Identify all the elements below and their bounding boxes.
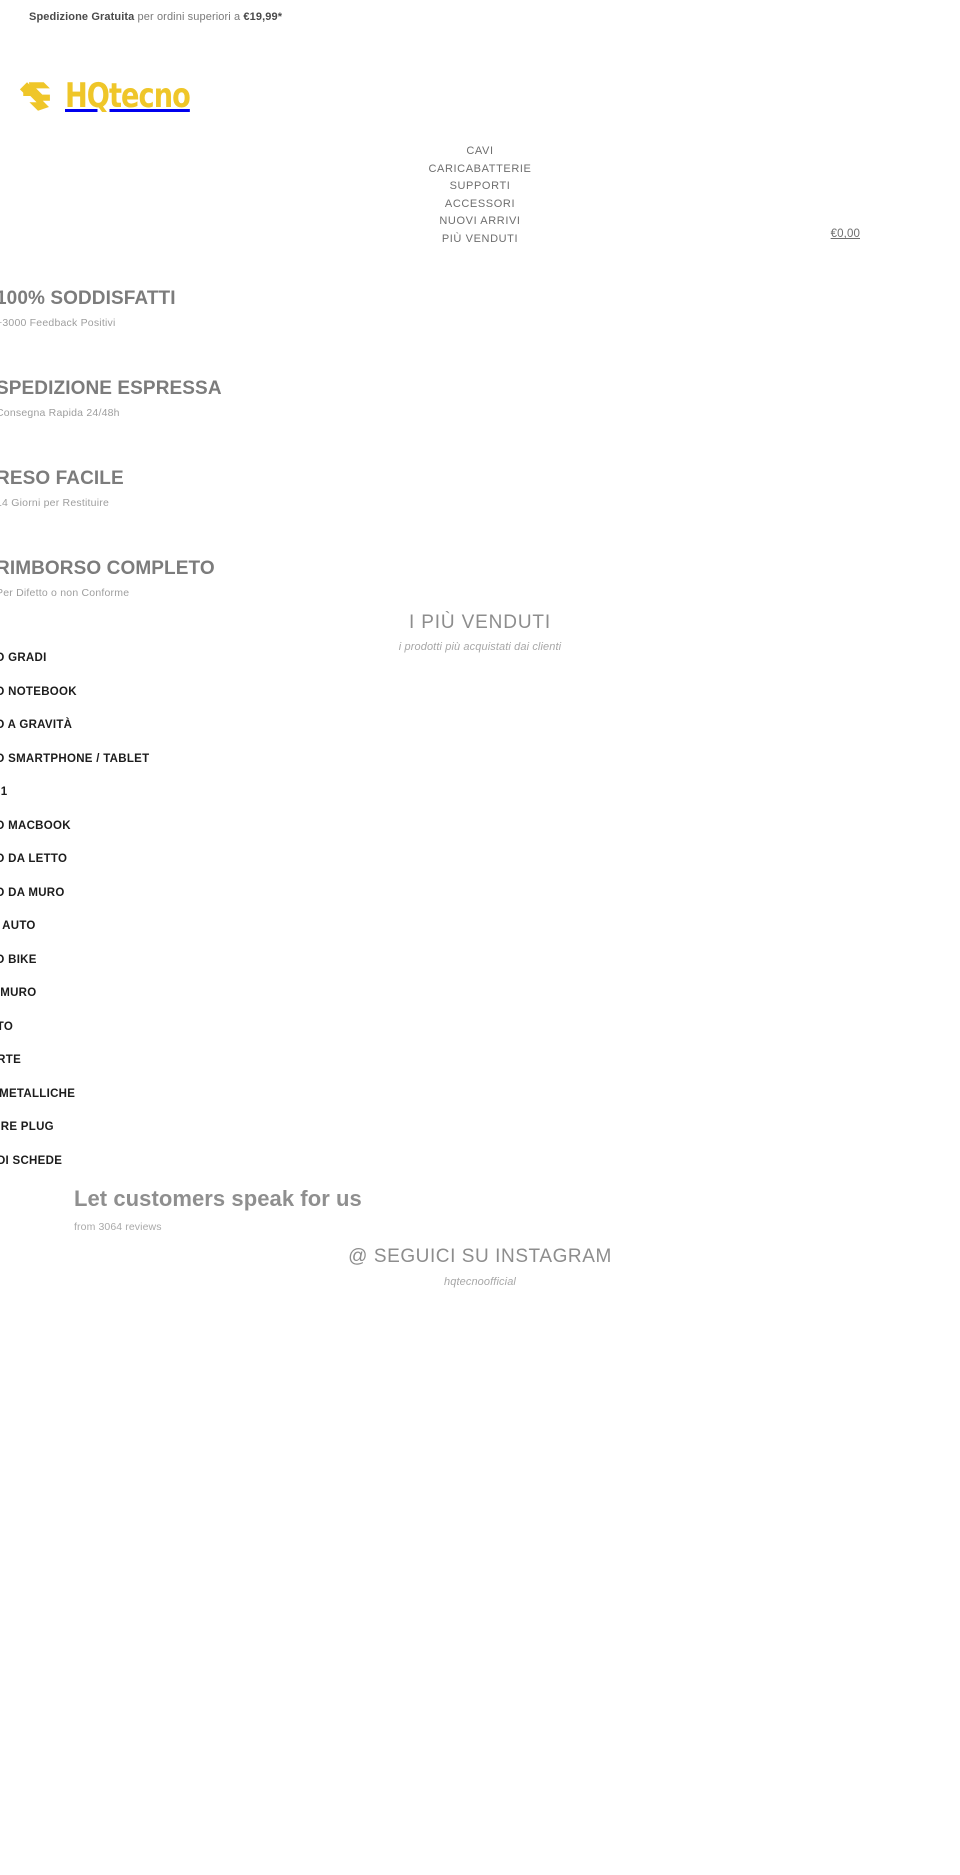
reviews-section: Let customers speak for us from 3064 rev… xyxy=(74,1186,362,1233)
instagram-title: @ SEGUICI SU INSTAGRAM xyxy=(348,1246,612,1267)
list-item[interactable]: GANCI DA MURO xyxy=(0,987,300,1021)
announcement-amount: €19,99* xyxy=(243,10,283,23)
announcement-prefix: Spedizione Gratuita xyxy=(29,10,135,23)
category-label: CAVO 3 IN 1 xyxy=(0,786,8,798)
category-label: SUPPORTO NOTEBOOK xyxy=(0,685,77,698)
benefit-title: RIMBORSO COMPLETO xyxy=(0,558,215,579)
category-label: SUPPORTO MACBOOK xyxy=(0,819,71,832)
category-label: SUPPORTO BIKE xyxy=(0,953,37,966)
category-label: GANCI DA MURO xyxy=(0,987,37,999)
category-label: SUPPORTI AUTO xyxy=(0,920,36,932)
nav-item-supporti[interactable]: SUPPORTI xyxy=(450,178,511,196)
benefit-item: RESO FACILE 14 Giorni per Restituire xyxy=(0,468,960,558)
category-list: SUPPORTO GRADI SUPPORTO NOTEBOOK SUPPORT… xyxy=(0,652,300,1188)
instagram-handle: hqtecnoofficial xyxy=(444,1276,516,1288)
benefit-subtitle: Per Difetto o non Conforme xyxy=(0,587,130,599)
category-label: ADATTATORE PLUG xyxy=(0,1121,54,1133)
benefits-section: 100% SODDISFATTI +3000 Feedback Positivi… xyxy=(0,288,960,648)
category-label: SUPPORTO GRADI xyxy=(0,652,47,664)
announcement-bar: Spedizione Gratuita per ordini superiori… xyxy=(0,0,960,33)
list-item[interactable]: SUPPORTO DA LETTO xyxy=(0,853,300,887)
list-item[interactable]: SUPPORTO MACBOOK xyxy=(0,820,300,854)
site-header: HQtecno CAVI CARICABATTERIE SUPPORTI ACC… xyxy=(0,33,960,245)
list-item[interactable]: CAVO 3 IN 1 xyxy=(0,786,300,820)
category-label: GANCI PORTE xyxy=(0,1054,22,1066)
category-label: SUPPORTO SMARTPHONE / TABLET xyxy=(0,752,150,765)
nav-item-accessori[interactable]: ACCESSORI xyxy=(445,196,515,214)
category-label: SUPPORTO DA MURO xyxy=(0,886,65,899)
category-label: PLACCHE METALLICHE xyxy=(0,1087,76,1100)
list-item[interactable]: GANCI AUTO xyxy=(0,1021,300,1055)
category-label: SUPPORTO A GRAVITÀ xyxy=(0,719,73,731)
benefit-title: SPEDIZIONE ESPRESSA xyxy=(0,378,222,399)
benefit-item: SPEDIZIONE ESPRESSA Consegna Rapida 24/4… xyxy=(0,378,960,468)
bestsellers-title: I PIÙ VENDUTI xyxy=(408,612,552,633)
hqtecno-logo-mark-icon xyxy=(19,81,50,111)
list-item[interactable]: SUPPORTI AUTO xyxy=(0,920,300,954)
list-item[interactable]: ADATTATORE PLUG xyxy=(0,1121,300,1155)
list-item[interactable]: SUPPORTO BIKE xyxy=(0,954,300,988)
benefit-item: 100% SODDISFATTI +3000 Feedback Positivi xyxy=(0,288,960,378)
logo-wordmark: HQtecno xyxy=(65,76,191,116)
list-item[interactable]: SUPPORTO NOTEBOOK xyxy=(0,686,300,720)
category-label: SUPPORTO DA LETTO xyxy=(0,853,68,865)
category-label: LETTORE DI SCHEDE xyxy=(0,1154,63,1167)
list-item[interactable]: PLACCHE METALLICHE xyxy=(0,1088,300,1122)
benefit-title: RESO FACILE xyxy=(0,468,124,489)
list-item[interactable]: SUPPORTO GRADI xyxy=(0,652,300,686)
instagram-section: @ SEGUICI SU INSTAGRAM hqtecnoofficial xyxy=(0,1246,960,1288)
cart-total[interactable]: €0,00 xyxy=(831,228,960,240)
announcement-text: Spedizione Gratuita per ordini superiori… xyxy=(0,11,282,23)
reviews-title: Let customers speak for us xyxy=(74,1186,362,1211)
list-item[interactable]: GANCI PORTE xyxy=(0,1054,300,1088)
list-item[interactable]: LETTORE DI SCHEDE xyxy=(0,1155,300,1189)
nav-item-cavi[interactable]: CAVI xyxy=(466,143,493,161)
list-item[interactable]: SUPPORTO SMARTPHONE / TABLET xyxy=(0,753,300,787)
reviews-count: from 3064 reviews xyxy=(74,1221,162,1233)
benefit-subtitle: +3000 Feedback Positivi xyxy=(0,317,116,329)
announcement-middle: per ordini superiori a xyxy=(134,10,244,23)
site-logo[interactable]: HQtecno xyxy=(18,76,221,116)
list-item[interactable]: SUPPORTO DA MURO xyxy=(0,887,300,921)
nav-item-caricabatterie[interactable]: CARICABATTERIE xyxy=(428,161,531,179)
bestsellers-header: I PIÙ VENDUTI i prodotti più acquistati … xyxy=(0,612,960,653)
list-item[interactable]: SUPPORTO A GRAVITÀ xyxy=(0,719,300,753)
cart-area: €0,00 xyxy=(0,228,960,240)
category-label: GANCI AUTO xyxy=(0,1020,14,1033)
benefit-subtitle: 14 Giorni per Restituire xyxy=(0,497,110,509)
benefit-title: 100% SODDISFATTI xyxy=(0,288,176,309)
benefit-subtitle: Consegna Rapida 24/48h xyxy=(0,407,120,419)
